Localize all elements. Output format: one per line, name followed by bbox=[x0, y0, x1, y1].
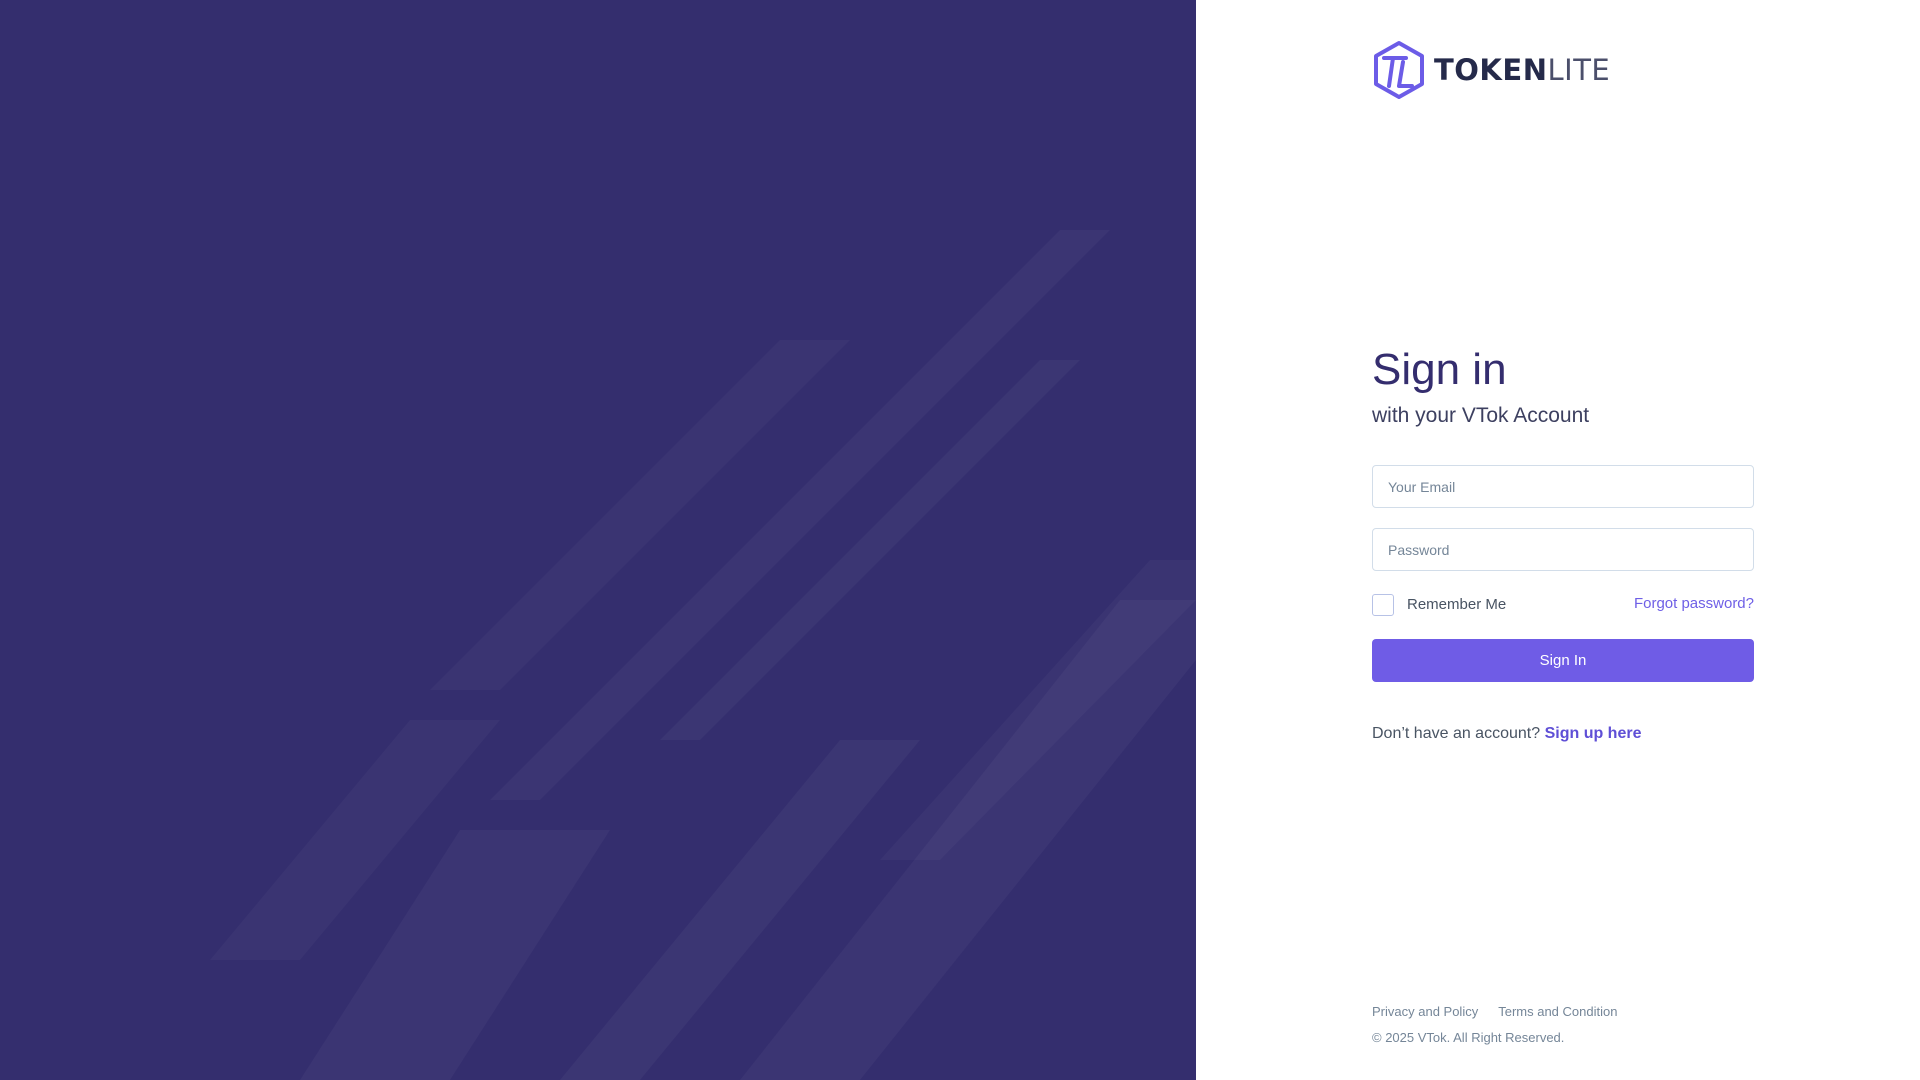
forgot-password-link[interactable]: Forgot password? bbox=[1634, 595, 1754, 612]
remember-me-checkbox[interactable] bbox=[1372, 593, 1394, 616]
brand-logo[interactable]: TOKENLITE bbox=[1372, 40, 1610, 100]
remember-me-control[interactable]: Remember Me bbox=[1372, 593, 1506, 616]
remember-me-label[interactable]: Remember Me bbox=[1407, 596, 1506, 613]
page-title: Sign in bbox=[1372, 345, 1507, 394]
brand-wordmark-bold: TOKEN bbox=[1434, 52, 1548, 87]
sign-in-panel: TOKENLITE Sign in with your VTok Account… bbox=[1196, 0, 1920, 1080]
copyright-text: © 2025 VTok. All Right Reserved. bbox=[1372, 1030, 1565, 1045]
brand-wordmark: TOKENLITE bbox=[1434, 52, 1611, 87]
privacy-policy-link[interactable]: Privacy and Policy bbox=[1372, 1004, 1478, 1019]
signup-prompt: Don’t have an account? Sign up here bbox=[1372, 725, 1754, 743]
page-footer: Privacy and Policy Terms and Condition ©… bbox=[1372, 1004, 1617, 1045]
password-field[interactable] bbox=[1372, 528, 1754, 571]
form-options-row: Remember Me Forgot password? bbox=[1372, 592, 1754, 617]
sign-in-button[interactable]: Sign In bbox=[1372, 639, 1754, 682]
decorative-background-panel bbox=[0, 0, 1196, 1080]
brand-wordmark-light: LITE bbox=[1547, 52, 1611, 87]
diagonal-stripes-pattern bbox=[560, 360, 1080, 1080]
hexagon-tl-logo-icon bbox=[1374, 41, 1424, 99]
sign-in-page: TOKENLITE Sign in with your VTok Account… bbox=[0, 0, 1920, 1080]
footer-links: Privacy and Policy Terms and Condition bbox=[1372, 1004, 1617, 1019]
terms-condition-link[interactable]: Terms and Condition bbox=[1498, 1004, 1617, 1019]
signup-prompt-text: Don’t have an account? bbox=[1372, 725, 1541, 742]
sign-up-link[interactable]: Sign up here bbox=[1545, 725, 1642, 742]
page-subtitle: with your VTok Account bbox=[1372, 404, 1590, 427]
email-field[interactable] bbox=[1372, 465, 1754, 508]
sign-in-form: Sign in with your VTok Account Remember … bbox=[1372, 344, 1754, 743]
